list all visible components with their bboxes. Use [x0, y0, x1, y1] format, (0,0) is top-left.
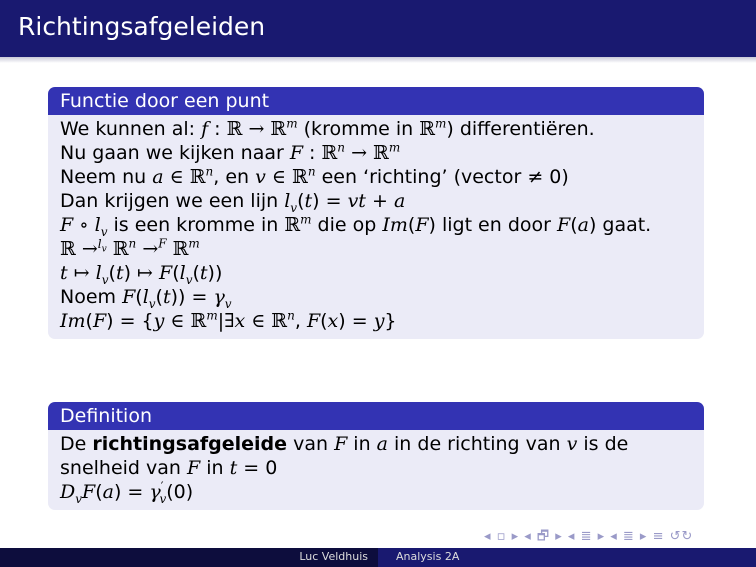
definition-line-2: snelheid van F in t = 0 — [60, 457, 278, 479]
block-line-5: F ∘ lv is een kromme in ℝm die op Im(F) … — [60, 212, 652, 239]
beamer-navigation-symbols[interactable]: ◂ ▫ ▸ ◂ 🗗 ▸ ◂ ≣ ▸ ◂ ≣ ▸ ≡ ↺↻ — [484, 527, 693, 549]
definition-line-3: DvF(a) = γ′v(0) — [60, 479, 194, 506]
block-line-1: We kunnen al: f : ℝ → ℝm (kromme in ℝm) … — [60, 116, 595, 140]
footer-bar: Luc Veldhuis Analysis 2A — [0, 548, 756, 567]
block-line-9: Im(F) = {y ∈ ℝm|∃x ∈ ℝn, F(x) = y} — [60, 308, 397, 332]
block-line-8: Noem F(lv(t)) = γv — [60, 286, 232, 311]
block-definition: Definition De richtingsafgeleide van F i… — [48, 402, 704, 510]
slide-title: Richtingsafgeleiden — [18, 12, 266, 41]
block-title: Functie door een punt — [48, 87, 704, 115]
title-shadow — [0, 57, 756, 63]
block-line-3: Neem nu a ∈ ℝn, en v ∈ ℝn een ‘richting’… — [60, 164, 569, 188]
block-line-2: Nu gaan we kijken naar F : ℝn → ℝm — [60, 140, 401, 164]
block-line-6: ℝ →lv ℝn →F ℝm — [60, 236, 200, 260]
footer-left: Luc Veldhuis — [0, 548, 378, 567]
footer-right: Analysis 2A — [378, 548, 756, 567]
block-line-4: Dan krijgen we een lijn lv(t) = vt + a — [60, 190, 406, 215]
block-line-7: t ↦ lv(t) ↦ F(lv(t)) — [60, 262, 223, 287]
block-body: De richtingsafgeleide van F in a in de r… — [48, 430, 704, 510]
block-body: We kunnen al: f : ℝ → ℝm (kromme in ℝm) … — [48, 115, 704, 339]
definition-line-1: De richtingsafgeleide van F in a in de r… — [60, 433, 629, 455]
block-title: Definition — [48, 402, 704, 430]
slide-title-bar: Richtingsafgeleiden — [0, 0, 756, 63]
block-functie-door-een-punt: Functie door een punt We kunnen al: f : … — [48, 87, 704, 339]
footer-author: Luc Veldhuis — [299, 550, 368, 563]
footer-talk-title: Analysis 2A — [396, 550, 460, 563]
